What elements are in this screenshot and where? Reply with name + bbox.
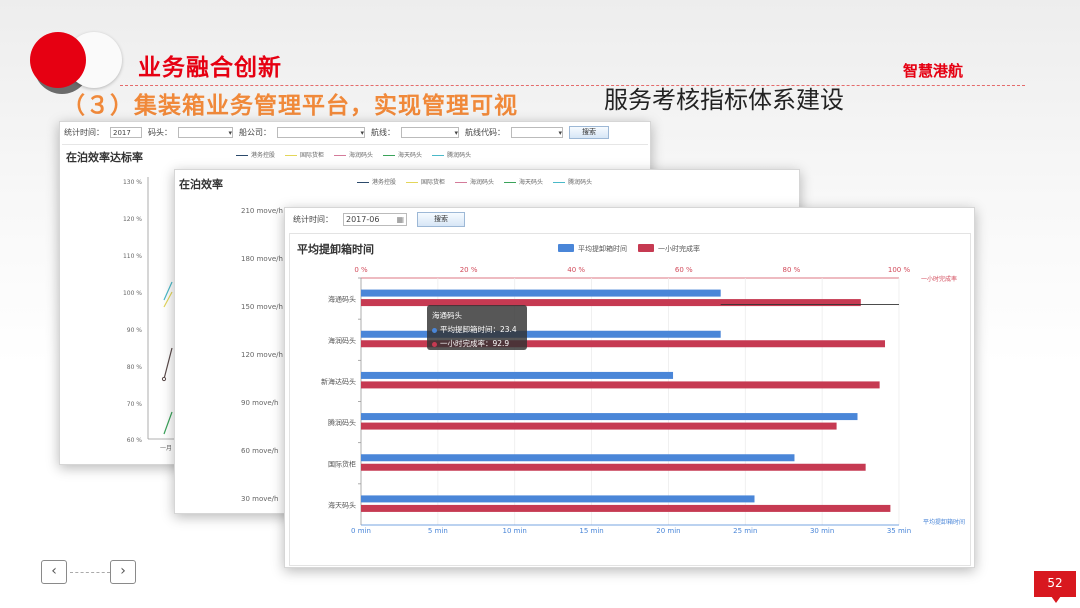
bottom-tick-label: 30 min [810,527,834,535]
bar-avg-time [361,413,858,421]
bar-completion-rate [361,463,866,471]
bottom-tick-label: 10 min [503,527,527,535]
slide-headline: 服务考核指标体系建设 [604,86,844,114]
category-label: 海通码头 [328,295,356,304]
y-tick-label: 120 move/h [241,351,283,359]
page-number-pointer [1051,596,1061,603]
bottom-axis-label: 平均提卸箱时间 [923,518,965,526]
bar-avg-time [361,289,721,297]
next-page-button[interactable]: › [110,560,136,584]
top-tick-label: 0 % [354,266,368,274]
brand-label: 智慧港航 [903,62,964,80]
bar-completion-rate [361,381,880,389]
series-line [163,347,173,380]
y-tick-label: 60 move/h [241,447,278,455]
bottom-tick-label: 35 min [887,527,911,535]
card-avg-handling-time: 统计时间： 2017-06 ▦ 搜索 平均提卸箱时间 平均提卸箱时间 一小时完成率 0 … [284,207,975,568]
chart-tooltip: 海通码头 平均提卸箱时间：23.4 一小时完成率：92.9 [427,305,527,350]
y-tick-label: 150 move/h [241,303,283,311]
y-tick-label: 130 % [123,179,142,186]
x-tick-label: 一月 [160,445,172,452]
chevron-left-icon: ‹ [51,563,57,579]
bar-avg-time [361,330,721,338]
y-tick-label: 60 % [127,437,143,444]
tooltip-line: 一小时完成率：92.9 [432,337,522,351]
category-label: 海天码头 [328,500,356,509]
category-label: 新海达码头 [321,377,356,386]
bar-completion-rate [361,422,837,430]
bottom-tick-label: 25 min [733,527,757,535]
bottom-tick-label: 15 min [579,527,603,535]
tooltip-line: 平均提卸箱时间：23.4 [432,323,522,337]
y-tick-label: 90 % [127,327,143,334]
bottom-tick-label: 20 min [656,527,680,535]
series-line [163,281,173,301]
tooltip-title: 海通码头 [432,311,462,320]
legend-label: 一小时完成率 [658,244,700,253]
top-axis-label: 一小时完成率 [921,275,957,283]
legend-swatch [638,244,654,252]
y-tick-label: 100 % [123,290,142,297]
series-point [161,376,167,382]
chart-title: 平均提卸箱时间 [297,242,374,256]
y-tick-label: 110 % [123,253,142,260]
bar-avg-time [361,371,674,379]
section-title: 业务融合创新 [138,55,282,81]
category-label: 腾润码头 [328,418,356,427]
pager-divider [70,572,110,573]
y-tick-label: 180 move/h [241,255,283,263]
page-number: 52 [1034,571,1076,597]
slide-subtitle: （３）集装箱业务管理平台，实现管理可视 [62,93,518,119]
series-line [163,291,173,308]
legend-label: 平均提卸箱时间 [578,244,627,253]
category-label: 国际货柜 [328,459,356,468]
y-tick-label: 70 % [127,401,143,408]
top-tick-label: 80 % [783,266,801,274]
prev-page-button[interactable]: ‹ [41,560,67,584]
y-tick-label: 80 % [127,364,143,371]
series-line [163,411,173,435]
y-tick-label: 210 move/h [241,207,283,215]
category-label: 海润码头 [328,336,356,345]
chevron-right-icon: › [120,563,126,579]
bar-completion-rate [361,504,891,512]
y-tick-label: 30 move/h [241,495,278,503]
top-tick-label: 100 % [888,266,911,274]
y-tick-label: 120 % [123,216,142,223]
bar-avg-time [361,495,755,503]
top-tick-label: 60 % [675,266,693,274]
y-tick-label: 90 move/h [241,399,278,407]
logo-red-circle [30,32,86,88]
top-tick-label: 40 % [567,266,585,274]
bottom-tick-label: 5 min [428,527,448,535]
avg-handling-time-bar-chart: 平均提卸箱时间 平均提卸箱时间 一小时完成率0 % 20 % 40 % 60 % 80 % 1… [297,242,965,535]
bar-avg-time [361,454,795,462]
bottom-tick-label: 0 min [351,527,371,535]
top-tick-label: 20 % [460,266,478,274]
legend-swatch [558,244,574,252]
